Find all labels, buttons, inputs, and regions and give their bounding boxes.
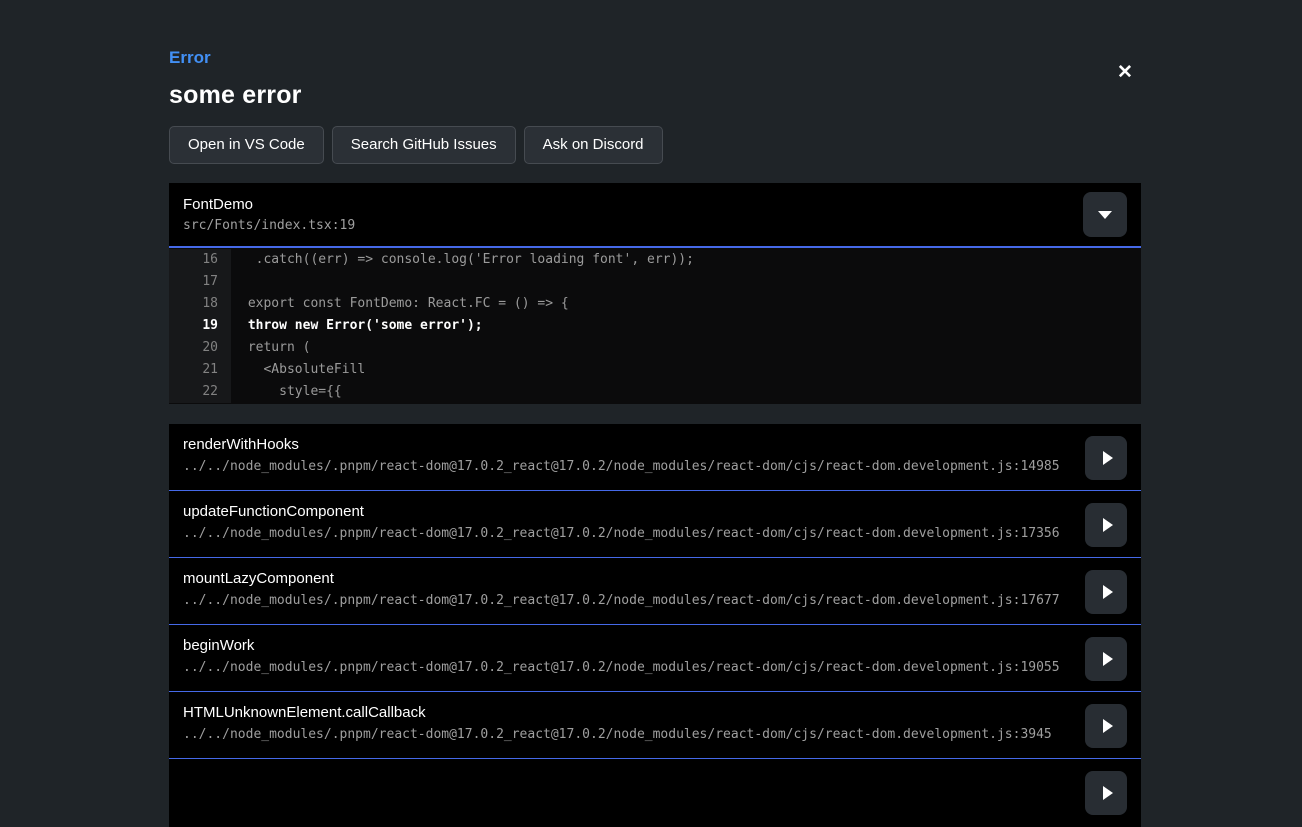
stack-frame-path: ../../node_modules/.pnpm/react-dom@17.0.… (183, 660, 1127, 675)
line-code: throw new Error('some error'); (231, 315, 1141, 337)
play-icon (1103, 451, 1113, 465)
code-line: 19 throw new Error('some error'); (169, 315, 1141, 337)
error-overlay: Error some error Open in VS Code Search … (169, 0, 1141, 827)
expand-stack-frame-button[interactable] (1085, 771, 1127, 815)
stack-frame: beginWork ../../node_modules/.pnpm/react… (169, 625, 1141, 692)
error-kicker: Error (169, 48, 1141, 68)
code-line: 21 <AbsoluteFill (169, 359, 1141, 381)
expand-stack-frame-button[interactable] (1085, 570, 1127, 614)
expand-stack-frame-button[interactable] (1085, 637, 1127, 681)
line-code (231, 271, 1141, 293)
code-line: 22 style={{ (169, 381, 1141, 403)
expand-stack-frame-button[interactable] (1085, 436, 1127, 480)
play-icon (1103, 719, 1113, 733)
play-icon (1103, 652, 1113, 666)
stack-frame-function-name: HTMLUnknownElement.callCallback (183, 704, 1127, 721)
line-number: 22 (169, 381, 231, 403)
line-code: export const FontDemo: React.FC = () => … (231, 293, 1141, 315)
line-number: 19 (169, 315, 231, 337)
line-number: 21 (169, 359, 231, 381)
stack-frame-function-name: beginWork (183, 637, 1127, 654)
play-icon (1103, 585, 1113, 599)
line-number: 18 (169, 293, 231, 315)
expand-stack-frame-button[interactable] (1085, 503, 1127, 547)
line-number: 20 (169, 337, 231, 359)
collapse-code-frame-button[interactable] (1083, 192, 1127, 237)
code-line: 16 .catch((err) => console.log('Error lo… (169, 249, 1141, 271)
stack-frame: renderWithHooks ../../node_modules/.pnpm… (169, 424, 1141, 491)
stack-frame-path: ../../node_modules/.pnpm/react-dom@17.0.… (183, 526, 1127, 541)
stack-frame-function-name: mountLazyComponent (183, 570, 1127, 587)
code-line: 17 (169, 271, 1141, 293)
stack-frame: mountLazyComponent ../../node_modules/.p… (169, 558, 1141, 625)
code-frame-header: FontDemo src/Fonts/index.tsx:19 (169, 183, 1141, 246)
line-number: 16 (169, 249, 231, 271)
line-code: return ( (231, 337, 1141, 359)
stack-frame-path: ../../node_modules/.pnpm/react-dom@17.0.… (183, 593, 1127, 608)
stack-frame (169, 759, 1141, 827)
line-code: <AbsoluteFill (231, 359, 1141, 381)
search-github-issues-button[interactable]: Search GitHub Issues (332, 126, 516, 164)
open-in-vscode-button[interactable]: Open in VS Code (169, 126, 324, 164)
line-number: 17 (169, 271, 231, 293)
play-icon (1103, 786, 1113, 800)
code-line: 18 export const FontDemo: React.FC = () … (169, 293, 1141, 315)
stack-frame-function-name: renderWithHooks (183, 436, 1127, 453)
play-icon (1103, 518, 1113, 532)
stack-frame-list: renderWithHooks ../../node_modules/.pnpm… (169, 424, 1141, 827)
line-code: .catch((err) => console.log('Error loadi… (231, 249, 1141, 271)
chevron-down-icon (1098, 211, 1112, 219)
stack-frame: updateFunctionComponent ../../node_modul… (169, 491, 1141, 558)
code-frame-location: src/Fonts/index.tsx:19 (183, 218, 1127, 233)
stack-frame-path: ../../node_modules/.pnpm/react-dom@17.0.… (183, 727, 1127, 742)
action-buttons-row: Open in VS Code Search GitHub Issues Ask… (169, 126, 1141, 164)
stack-frame: HTMLUnknownElement.callCallback ../../no… (169, 692, 1141, 759)
code-frame-function-name: FontDemo (183, 196, 1127, 213)
line-code: style={{ (231, 381, 1141, 403)
stack-frame-path: ../../node_modules/.pnpm/react-dom@17.0.… (183, 459, 1127, 474)
code-frame: FontDemo src/Fonts/index.tsx:19 16 .catc… (169, 183, 1141, 404)
code-line: 20 return ( (169, 337, 1141, 359)
ask-on-discord-button[interactable]: Ask on Discord (524, 126, 663, 164)
stack-frame-function-name: updateFunctionComponent (183, 503, 1127, 520)
expand-stack-frame-button[interactable] (1085, 704, 1127, 748)
code-lines: 16 .catch((err) => console.log('Error lo… (169, 248, 1141, 404)
error-message-title: some error (169, 81, 1141, 110)
